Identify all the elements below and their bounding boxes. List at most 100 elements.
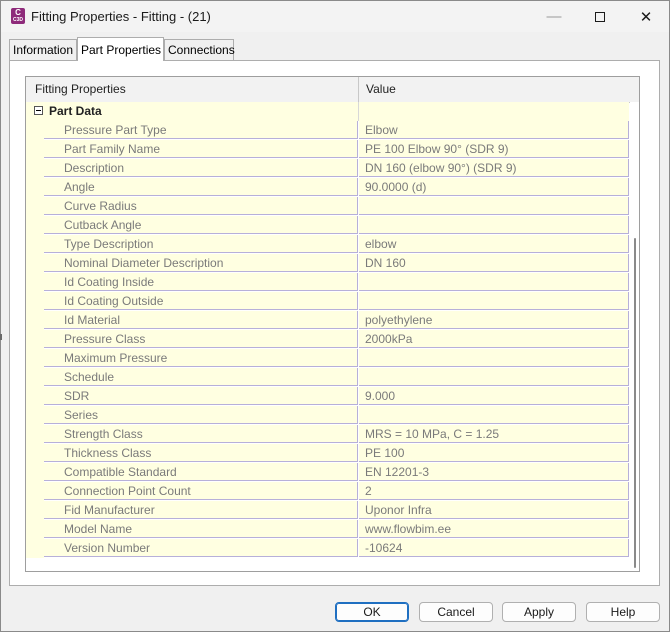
property-value-cell[interactable]: DN 160 [359, 254, 629, 272]
property-value-cell[interactable]: PE 100 [359, 444, 629, 462]
property-row[interactable]: Id Material polyethylene [26, 311, 629, 330]
property-row[interactable]: Pressure Part Type Elbow [26, 121, 629, 140]
property-rows: Pressure Part Type Elbow Part Family Name P… [26, 121, 629, 558]
collapse-icon[interactable] [34, 106, 43, 115]
cancel-button[interactable]: Cancel [419, 602, 493, 622]
close-button[interactable]: ✕ [623, 1, 669, 32]
property-row[interactable]: Id Coating Outside [26, 292, 629, 311]
property-row[interactable]: Compatible Standard EN 12201-3 [26, 463, 629, 482]
property-row[interactable]: Thickness Class PE 100 [26, 444, 629, 463]
scroll-thumb[interactable] [634, 238, 636, 568]
ok-button[interactable]: OK [335, 602, 409, 622]
app-icon-sub: C3D [12, 17, 23, 23]
property-row[interactable]: Angle 90.0000 (d) [26, 178, 629, 197]
property-value-cell[interactable] [359, 273, 629, 291]
property-value-cell[interactable] [359, 216, 629, 234]
row-gutter [26, 387, 44, 406]
property-value-cell[interactable]: PE 100 Elbow 90° (SDR 9) [359, 140, 629, 158]
row-gutter [26, 197, 44, 216]
property-name-cell: Type Description [44, 235, 358, 253]
property-row[interactable]: Part Family Name PE 100 Elbow 90° (SDR 9) [26, 140, 629, 159]
app-icon-letter: C [15, 8, 21, 17]
section-label: Part Data [49, 104, 102, 118]
apply-button[interactable]: Apply [502, 602, 576, 622]
row-gutter [26, 159, 44, 178]
tab-information[interactable]: Information [9, 39, 77, 60]
column-divider [358, 102, 359, 121]
row-gutter [26, 330, 44, 349]
property-value-cell[interactable]: Elbow [359, 121, 629, 139]
maximize-button[interactable] [577, 1, 623, 32]
property-value-cell[interactable]: 90.0000 (d) [359, 178, 629, 196]
property-row[interactable]: Schedule [26, 368, 629, 387]
row-gutter [26, 406, 44, 425]
property-row[interactable]: Model Name www.flowbim.ee [26, 520, 629, 539]
property-name-cell: Model Name [44, 520, 358, 538]
property-row[interactable]: Curve Radius [26, 197, 629, 216]
tab-connections-label: Connections [168, 43, 235, 57]
property-value-cell[interactable] [359, 292, 629, 310]
property-value-cell[interactable] [359, 349, 629, 367]
section-part-data[interactable]: Part Data [26, 102, 629, 121]
dialog-window: C C3D Fitting Properties - Fitting - (21… [0, 0, 670, 632]
row-gutter [26, 425, 44, 444]
property-row[interactable]: Version Number -10624 [26, 539, 629, 558]
property-value-cell[interactable]: 2 [359, 482, 629, 500]
column-header-property[interactable]: Fitting Properties [26, 77, 359, 102]
title-bar[interactable]: C C3D Fitting Properties - Fitting - (21… [1, 1, 669, 32]
property-row[interactable]: Type Description elbow [26, 235, 629, 254]
property-name-cell: Part Family Name [44, 140, 358, 158]
minimize-button[interactable]: — [531, 1, 577, 32]
property-value-cell[interactable]: 2000kPa [359, 330, 629, 348]
property-value-cell[interactable]: MRS = 10 MPa, C = 1.25 [359, 425, 629, 443]
close-icon: ✕ [639, 8, 653, 26]
row-gutter [26, 121, 44, 140]
row-gutter [26, 520, 44, 539]
tab-part-properties[interactable]: Part Properties [77, 37, 164, 61]
property-value-cell[interactable] [359, 197, 629, 215]
tab-connections[interactable]: Connections [164, 39, 235, 60]
property-row[interactable]: Nominal Diameter Description DN 160 [26, 254, 629, 273]
property-row[interactable]: Id Coating Inside [26, 273, 629, 292]
property-name-cell: Strength Class [44, 425, 358, 443]
property-value-cell[interactable]: Uponor Infra [359, 501, 629, 519]
window-title: Fitting Properties - Fitting - (21) [31, 9, 211, 24]
property-row[interactable]: Cutback Angle [26, 216, 629, 235]
column-header-value[interactable]: Value [359, 77, 626, 102]
row-gutter [26, 254, 44, 273]
property-row[interactable]: Series [26, 406, 629, 425]
property-value-cell[interactable]: EN 12201-3 [359, 463, 629, 481]
help-button[interactable]: Help [586, 602, 660, 622]
vertical-scrollbar[interactable] [630, 102, 639, 571]
property-value-cell[interactable]: polyethylene [359, 311, 629, 329]
property-value-cell[interactable]: www.flowbim.ee [359, 520, 629, 538]
property-value-cell[interactable]: elbow [359, 235, 629, 253]
row-gutter [26, 482, 44, 501]
property-row[interactable]: Connection Point Count 2 [26, 482, 629, 501]
row-gutter [26, 368, 44, 387]
property-name-cell: Id Material [44, 311, 358, 329]
property-row[interactable]: Pressure Class 2000kPa [26, 330, 629, 349]
property-value-cell[interactable] [359, 406, 629, 424]
property-row[interactable]: SDR 9.000 [26, 387, 629, 406]
property-row[interactable]: Strength Class MRS = 10 MPa, C = 1.25 [26, 425, 629, 444]
property-value-cell[interactable]: 9.000 [359, 387, 629, 405]
property-row[interactable]: Fid Manufacturer Uponor Infra [26, 501, 629, 520]
property-row[interactable]: Maximum Pressure [26, 349, 629, 368]
property-name-cell: Fid Manufacturer [44, 501, 358, 519]
row-gutter [26, 235, 44, 254]
property-value-cell[interactable]: -10624 [359, 539, 629, 557]
property-name-cell: Connection Point Count [44, 482, 358, 500]
property-name-cell: Pressure Class [44, 330, 358, 348]
minimize-icon: — [546, 8, 562, 25]
row-gutter [26, 178, 44, 197]
property-value-cell[interactable] [359, 368, 629, 386]
property-name-cell: Description [44, 159, 358, 177]
tab-part-properties-label: Part Properties [81, 43, 162, 57]
property-value-cell[interactable]: DN 160 (elbow 90°) (SDR 9) [359, 159, 629, 177]
property-row[interactable]: Description DN 160 (elbow 90°) (SDR 9) [26, 159, 629, 178]
grid-header: Fitting Properties Value [26, 77, 639, 103]
property-name-cell: Curve Radius [44, 197, 358, 215]
row-gutter [26, 273, 44, 292]
civil3d-app-icon: C C3D [11, 8, 25, 24]
